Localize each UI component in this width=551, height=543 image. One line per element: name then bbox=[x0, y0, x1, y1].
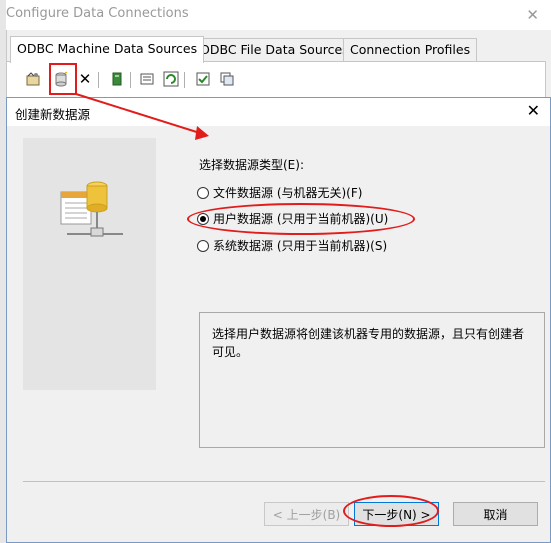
annotation-arrow bbox=[75, 93, 209, 140]
tab-odbc-machine-data-sources[interactable]: ODBC Machine Data Sources bbox=[10, 36, 205, 63]
